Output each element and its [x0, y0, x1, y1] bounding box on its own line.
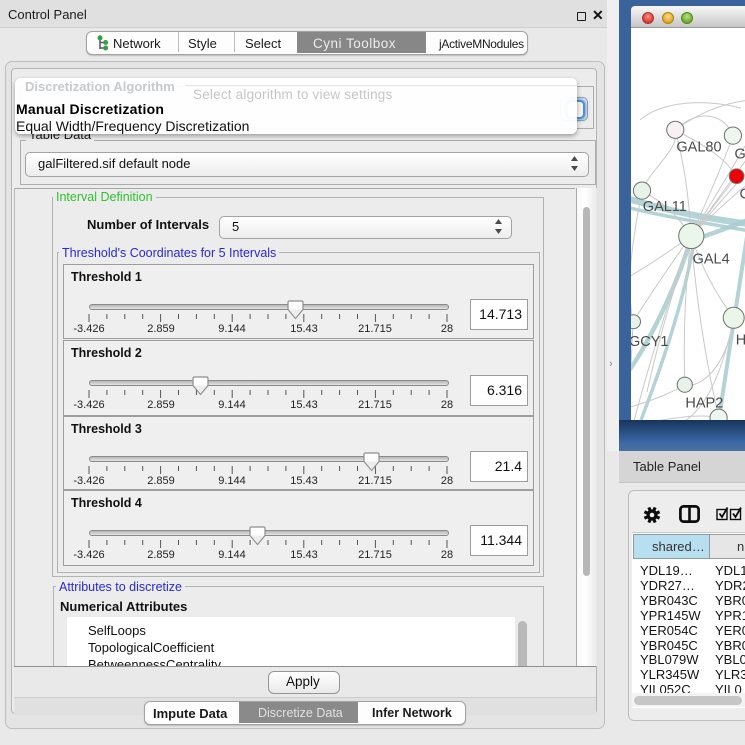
- svg-text:GAL4: GAL4: [693, 252, 730, 268]
- svg-text:GCY1: GCY1: [631, 334, 669, 350]
- svg-text:H: H: [736, 333, 745, 349]
- svg-text:GAL11: GAL11: [643, 199, 687, 215]
- svg-text:GA: GA: [735, 147, 745, 163]
- svg-text:C: C: [740, 187, 745, 203]
- svg-text:HAP2: HAP2: [685, 396, 723, 412]
- svg-text:GAL80: GAL80: [676, 140, 721, 156]
